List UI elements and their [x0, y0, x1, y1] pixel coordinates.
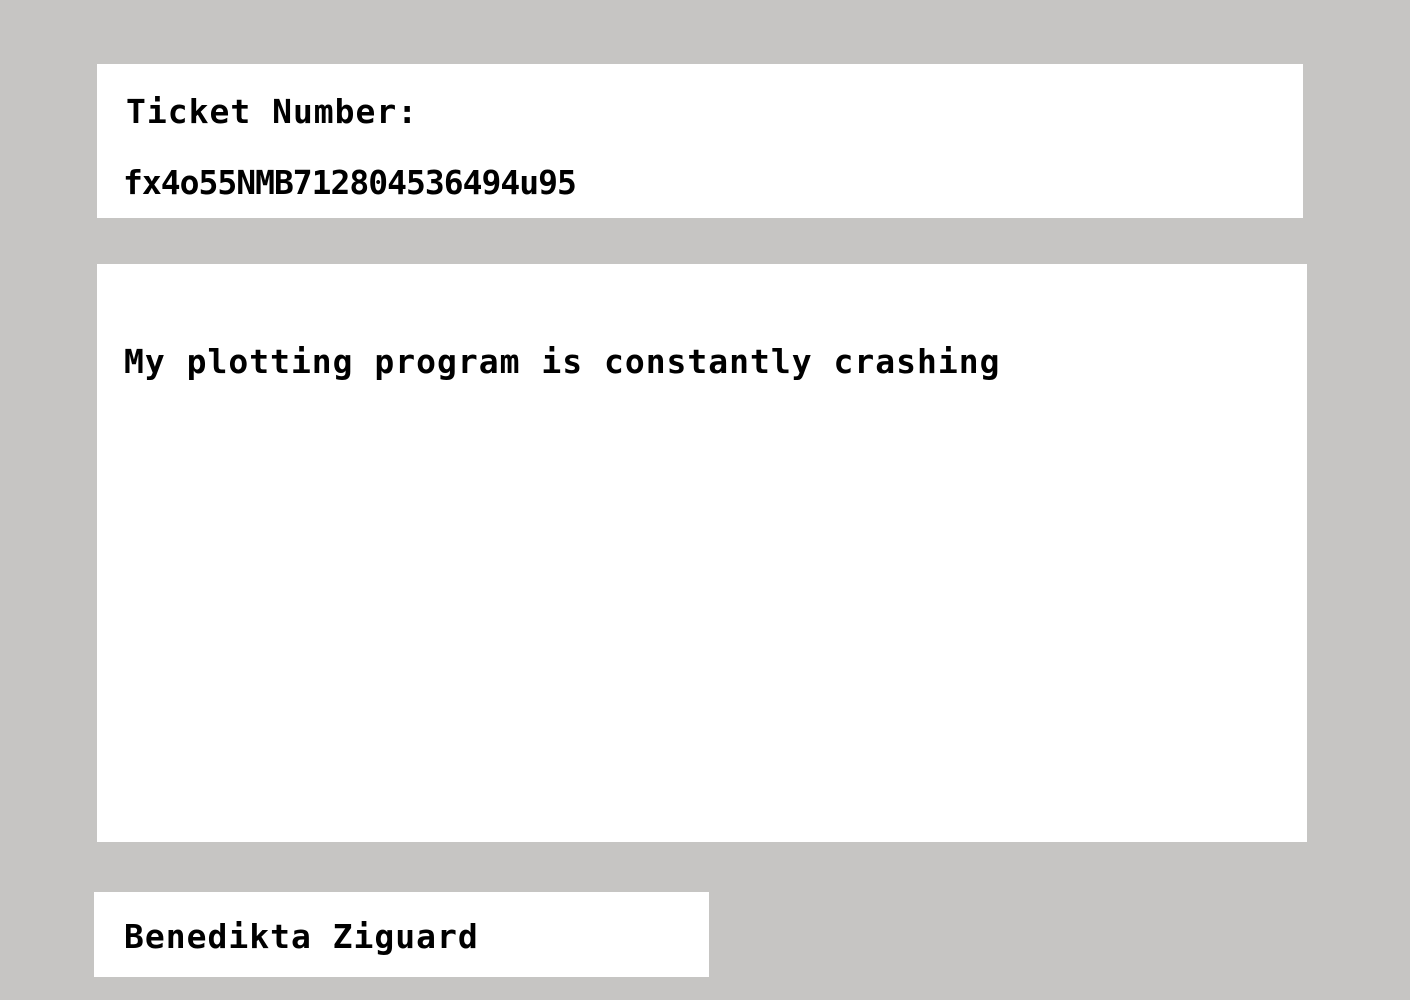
ticket-description-text: My plotting program is constantly crashi… — [124, 342, 1001, 381]
ticket-description-panel: My plotting program is constantly crashi… — [97, 264, 1307, 842]
requester-name-panel: Benedikta Ziguard — [94, 892, 709, 977]
ticket-number-panel: Ticket Number: fx4o55NMB712804536494u95 — [97, 64, 1303, 218]
ticket-number-value: fx4o55NMB712804536494u95 — [123, 163, 577, 202]
ticket-number-label: Ticket Number: — [126, 92, 419, 131]
requester-name: Benedikta Ziguard — [124, 917, 479, 956]
